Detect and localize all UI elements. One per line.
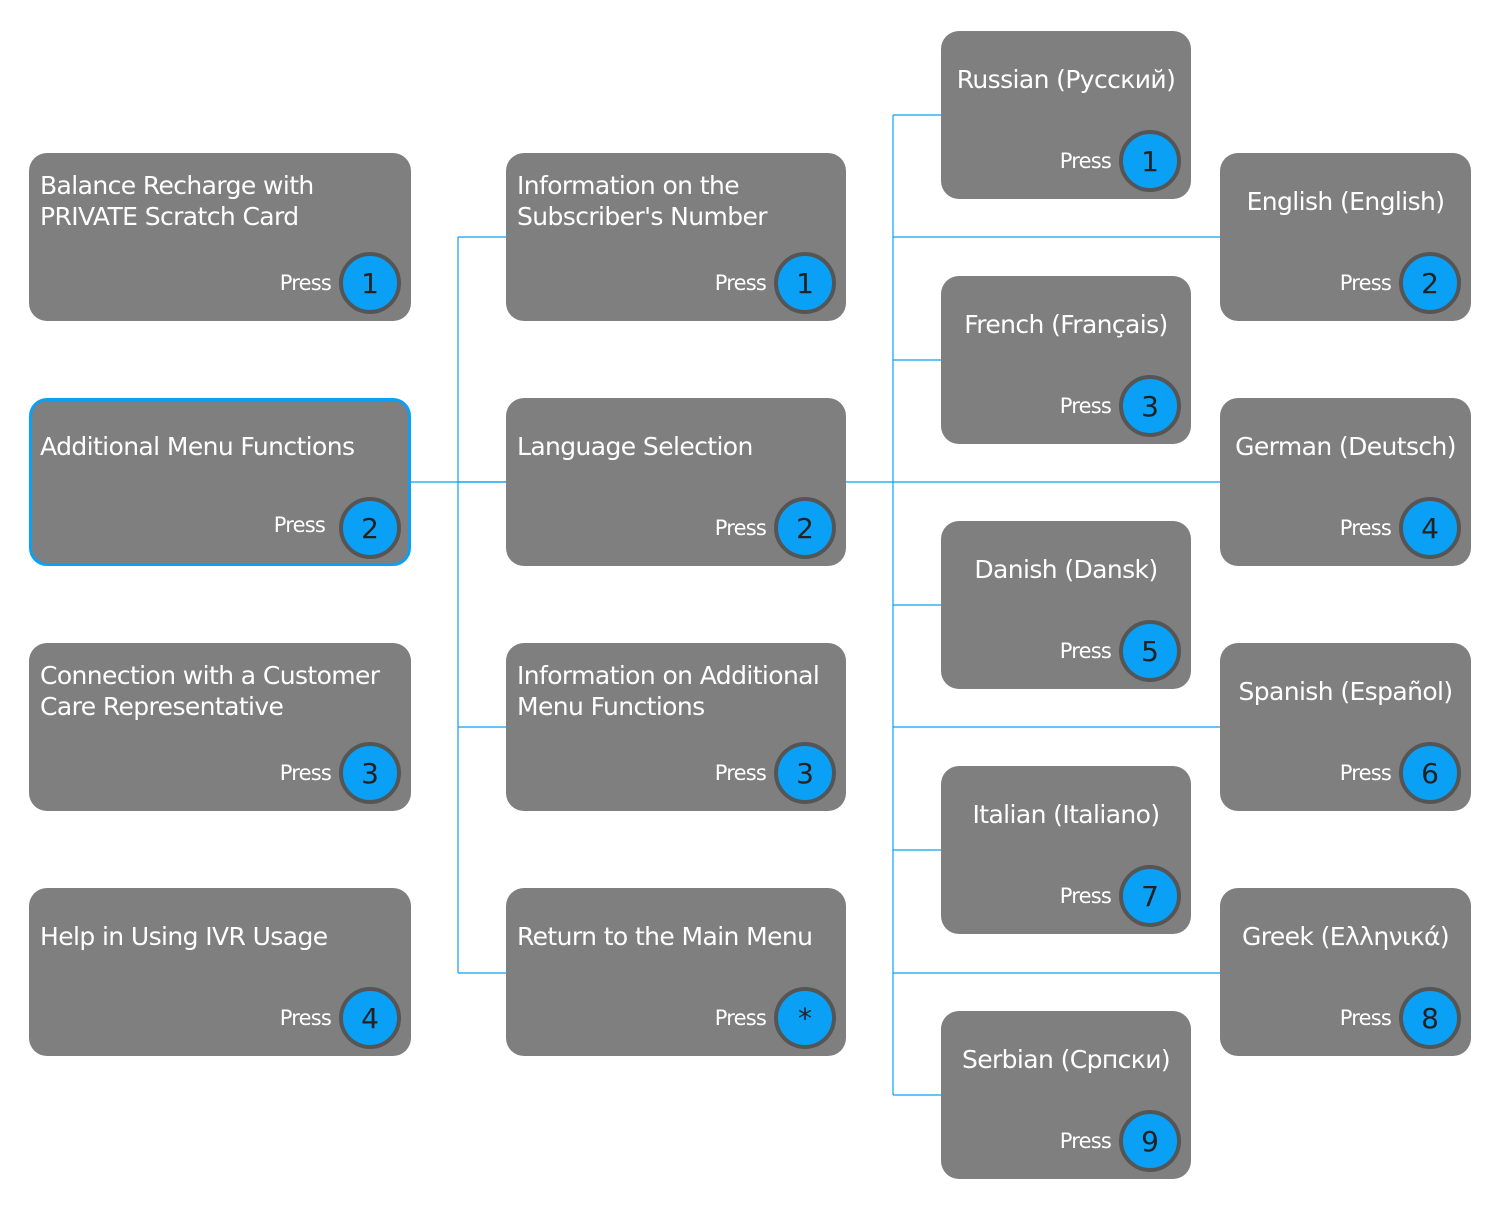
key-button[interactable]: 4 [339,987,401,1049]
press-label: Press [1339,516,1392,540]
menu-node[interactable]: Return to the Main Menu Press * [506,888,846,1056]
key-button[interactable]: 8 [1399,987,1461,1049]
node-title: Serbian (Српски) [961,1044,1171,1074]
key-button[interactable]: 3 [339,742,401,804]
menu-node[interactable]: Help in Using IVR Usage Press 4 [29,888,411,1056]
key-button[interactable]: 7 [1119,865,1181,927]
node-title: Help in Using IVR Usage [40,921,328,951]
key-button[interactable]: 2 [339,497,401,559]
node-title: Greek (Ελληνικά) [1241,921,1450,951]
press-label: Press [273,513,326,537]
press-label: Press [1059,884,1112,908]
node-title: German (Deutsch) [1235,431,1456,461]
key-button[interactable]: 3 [774,742,836,804]
key-button[interactable]: 1 [339,252,401,314]
press-label: Press [714,1006,767,1030]
press-label: Press [279,1006,332,1030]
node-title: Return to the Main Menu [517,921,813,951]
node-title: Danish (Dansk) [974,554,1158,584]
node-title: Information on Additional Menu Functions [517,661,820,721]
menu-node[interactable]: English (English) Press 2 [1220,153,1471,321]
press-label: Press [714,271,767,295]
press-label: Press [279,271,332,295]
node-title: English (English) [1246,186,1445,216]
press-label: Press [279,761,332,785]
press-label: Press [1059,639,1112,663]
menu-node[interactable]: Russian (Русский) Press 1 [941,31,1191,199]
key-button[interactable]: 6 [1399,742,1461,804]
key-button[interactable]: 2 [1399,252,1461,314]
menu-node[interactable]: Greek (Ελληνικά) Press 8 [1220,888,1471,1056]
key-button[interactable]: 2 [774,497,836,559]
press-label: Press [714,516,767,540]
menu-node[interactable]: Information on the Subscriber's Number Pr… [506,153,846,321]
press-label: Press [1339,761,1392,785]
node-title: Spanish (Español) [1238,676,1453,706]
menu-node[interactable]: Spanish (Español) Press 6 [1220,643,1471,811]
press-label: Press [1059,394,1112,418]
press-label: Press [1339,1006,1392,1030]
key-button[interactable]: 9 [1119,1110,1181,1172]
menu-node[interactable]: Additional Menu Functions Press 2 [29,398,411,566]
node-title: Balance Recharge with PRIVATE Scratch Ca… [40,171,314,231]
press-label: Press [1339,271,1392,295]
press-label: Press [1059,149,1112,173]
press-label: Press [714,761,767,785]
menu-node[interactable]: Balance Recharge with PRIVATE Scratch Ca… [29,153,411,321]
node-title: Italian (Italiano) [972,799,1160,829]
menu-node[interactable]: German (Deutsch) Press 4 [1220,398,1471,566]
node-title: French (Français) [964,309,1168,339]
key-button[interactable]: * [774,987,836,1049]
key-button[interactable]: 1 [774,252,836,314]
menu-node[interactable]: Connection with a Customer Care Represen… [29,643,411,811]
node-title: Language Selection [517,431,753,461]
key-button[interactable]: 4 [1399,497,1461,559]
node-title: Information on the Subscriber's Number [517,171,768,231]
key-button[interactable]: 5 [1119,620,1181,682]
menu-node[interactable]: Danish (Dansk) Press 5 [941,521,1191,689]
menu-node[interactable]: French (Français) Press 3 [941,276,1191,444]
node-title: Connection with a Customer Care Represen… [40,661,380,721]
press-label: Press [1059,1129,1112,1153]
key-button[interactable]: 3 [1119,375,1181,437]
menu-node[interactable]: Information on Additional Menu Functions… [506,643,846,811]
node-title: Russian (Русский) [956,64,1176,94]
key-button[interactable]: 1 [1119,130,1181,192]
menu-node[interactable]: Language Selection Press 2 [506,398,846,566]
node-title: Additional Menu Functions [40,431,355,461]
menu-node[interactable]: Italian (Italiano) Press 7 [941,766,1191,934]
menu-node[interactable]: Serbian (Српски) Press 9 [941,1011,1191,1179]
